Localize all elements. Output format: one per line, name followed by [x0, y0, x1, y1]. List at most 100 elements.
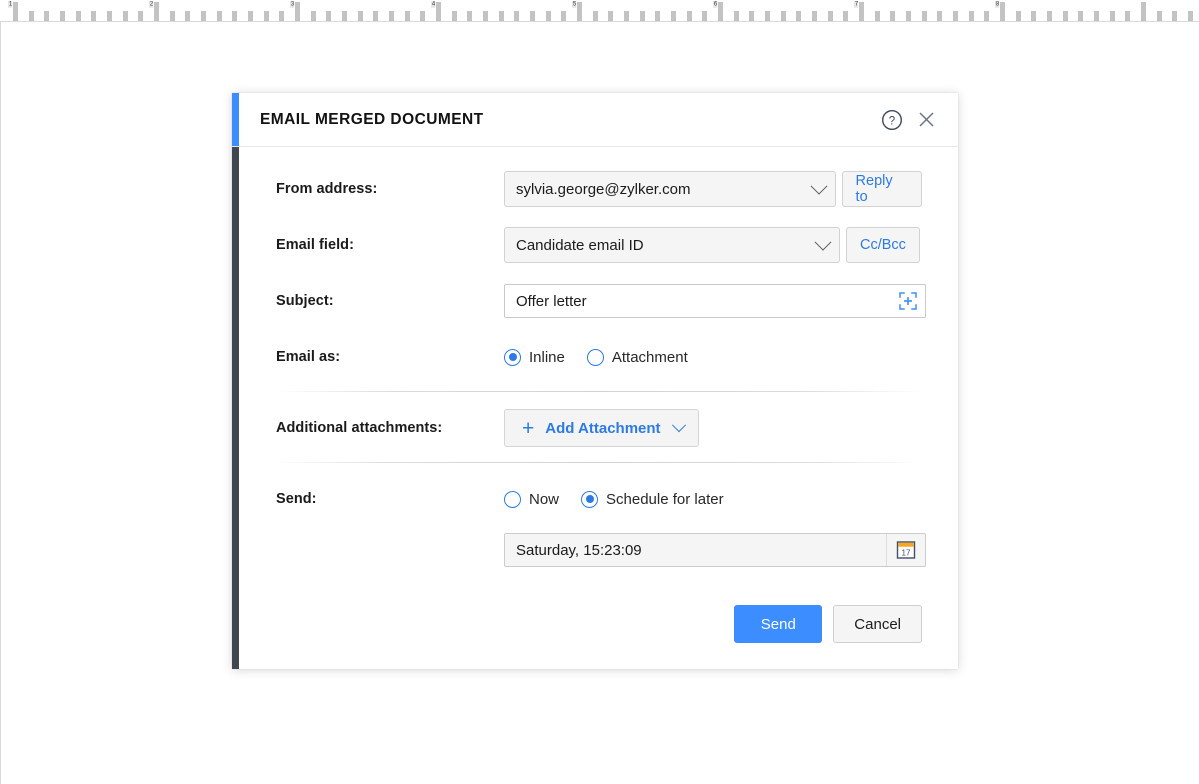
ruler-minor-tick: [44, 11, 49, 21]
ruler-minor-tick: [389, 11, 394, 21]
ruler-minor-tick: [1125, 11, 1130, 21]
row-email-field: Email field: Candidate email ID Cc/Bcc: [276, 225, 922, 265]
cancel-button[interactable]: Cancel: [833, 605, 922, 643]
email-as-label: Email as:: [276, 349, 504, 365]
help-circle-icon[interactable]: ?: [881, 109, 903, 131]
ruler-minor-tick: [123, 11, 128, 21]
schedule-datetime-value: Saturday, 15:23:09: [505, 542, 886, 559]
ruler-minor-tick: [624, 11, 629, 21]
ruler-minor-tick: [765, 11, 770, 21]
calendar-day-number: 17: [902, 548, 911, 557]
ruler-minor-tick: [969, 11, 974, 21]
from-address-select[interactable]: sylvia.george@zylker.com: [504, 171, 836, 207]
ruler-number: 2: [149, 1, 154, 8]
ruler-minor-tick: [1172, 11, 1177, 21]
ruler-minor-tick: [561, 11, 566, 21]
ruler-minor-tick: [170, 11, 175, 21]
ruler-minor-tick: [734, 11, 739, 21]
ruler-major-tick: [1141, 2, 1146, 21]
ruler-minor-tick: [875, 11, 880, 21]
page-title: EMAIL MERGED DOCUMENT: [260, 111, 881, 129]
ruler-minor-tick: [483, 11, 488, 21]
ruler-minor-tick: [702, 11, 707, 21]
svg-text:?: ?: [889, 115, 895, 127]
email-field-control: Candidate email ID Cc/Bcc: [504, 227, 920, 263]
row-subject: Subject: Offer letter: [276, 281, 922, 321]
ruler-minor-tick: [467, 11, 472, 21]
ruler-minor-tick: [264, 11, 269, 21]
ruler-minor-tick: [342, 11, 347, 21]
ruler-minor-tick: [1110, 11, 1115, 21]
radio-indicator: [581, 491, 598, 508]
ruler-major-tick: [718, 2, 723, 21]
ruler-minor-tick: [452, 11, 457, 21]
radio-indicator: [504, 491, 521, 508]
schedule-datetime-input[interactable]: Saturday, 15:23:09 17: [504, 533, 926, 567]
ruler-minor-tick: [984, 11, 989, 21]
insert-merge-field-icon[interactable]: [897, 290, 919, 312]
ruler-minor-tick: [937, 11, 942, 21]
subject-control: Offer letter: [504, 284, 926, 318]
reply-to-button[interactable]: Reply to: [842, 171, 922, 207]
ruler-minor-tick: [687, 11, 692, 21]
ruler-minor-tick: [781, 11, 786, 21]
ruler-minor-tick: [843, 11, 848, 21]
radio-email-as-inline[interactable]: Inline: [504, 349, 565, 366]
ruler-number: 3: [290, 1, 295, 8]
ruler-minor-tick: [358, 11, 363, 21]
email-field-select[interactable]: Candidate email ID: [504, 227, 840, 263]
from-address-label: From address:: [276, 181, 504, 197]
ruler-minor-tick: [1078, 11, 1083, 21]
close-icon[interactable]: [917, 110, 936, 129]
horizontal-ruler: 12345678: [0, 0, 1199, 21]
ruler-major-tick: [154, 2, 159, 21]
add-attachment-button[interactable]: + Add Attachment: [504, 409, 699, 447]
ruler-minor-tick: [248, 11, 253, 21]
radio-email-as-attachment[interactable]: Attachment: [587, 349, 688, 366]
radio-send-now[interactable]: Now: [504, 491, 559, 508]
radio-label: Now: [529, 491, 559, 508]
ruler-major-tick: [436, 2, 441, 21]
ruler-minor-tick: [749, 11, 754, 21]
dialog-header: EMAIL MERGED DOCUMENT ?: [232, 93, 958, 147]
section-divider: [276, 391, 922, 392]
cc-bcc-button[interactable]: Cc/Bcc: [846, 227, 920, 263]
ruler-minor-tick: [1031, 11, 1036, 21]
calendar-icon[interactable]: 17: [886, 534, 925, 566]
ruler-minor-tick: [655, 11, 660, 21]
subject-value: Offer letter: [516, 293, 897, 310]
ruler-minor-tick: [201, 11, 206, 21]
ruler-minor-tick: [107, 11, 112, 21]
ruler-minor-tick: [608, 11, 613, 21]
ruler-minor-tick: [1063, 11, 1068, 21]
chevron-down-icon: [815, 234, 832, 251]
from-address-control: sylvia.george@zylker.com Reply to: [504, 171, 922, 207]
ruler-minor-tick: [76, 11, 81, 21]
ruler-minor-tick: [232, 11, 237, 21]
ruler-minor-tick: [1016, 11, 1021, 21]
send-button[interactable]: Send: [734, 605, 822, 643]
ruler-minor-tick: [499, 11, 504, 21]
ruler-minor-tick: [593, 11, 598, 21]
ruler-minor-tick: [812, 11, 817, 21]
ruler-minor-tick: [671, 11, 676, 21]
radio-send-schedule[interactable]: Schedule for later: [581, 491, 724, 508]
dialog-footer: Send Cancel: [276, 605, 922, 643]
ruler-minor-tick: [29, 11, 34, 21]
radio-indicator: [504, 349, 521, 366]
radio-label: Inline: [529, 349, 565, 366]
row-from-address: From address: sylvia.george@zylker.com R…: [276, 169, 922, 209]
from-address-value: sylvia.george@zylker.com: [516, 181, 813, 198]
ruler-major-tick: [13, 2, 18, 21]
ruler-minor-tick: [1157, 11, 1162, 21]
ruler-minor-tick: [546, 11, 551, 21]
ruler-minor-tick: [640, 11, 645, 21]
send-radio-group: Now Schedule for later: [504, 491, 724, 508]
row-email-as: Email as: Inline Attachment: [276, 337, 922, 377]
subject-input[interactable]: Offer letter: [504, 284, 926, 318]
ruler-minor-tick: [953, 11, 958, 21]
ruler-minor-tick: [530, 11, 535, 21]
ruler-minor-tick: [311, 11, 316, 21]
plus-icon: +: [522, 418, 534, 439]
dialog-body: From address: sylvia.george@zylker.com R…: [232, 147, 958, 669]
